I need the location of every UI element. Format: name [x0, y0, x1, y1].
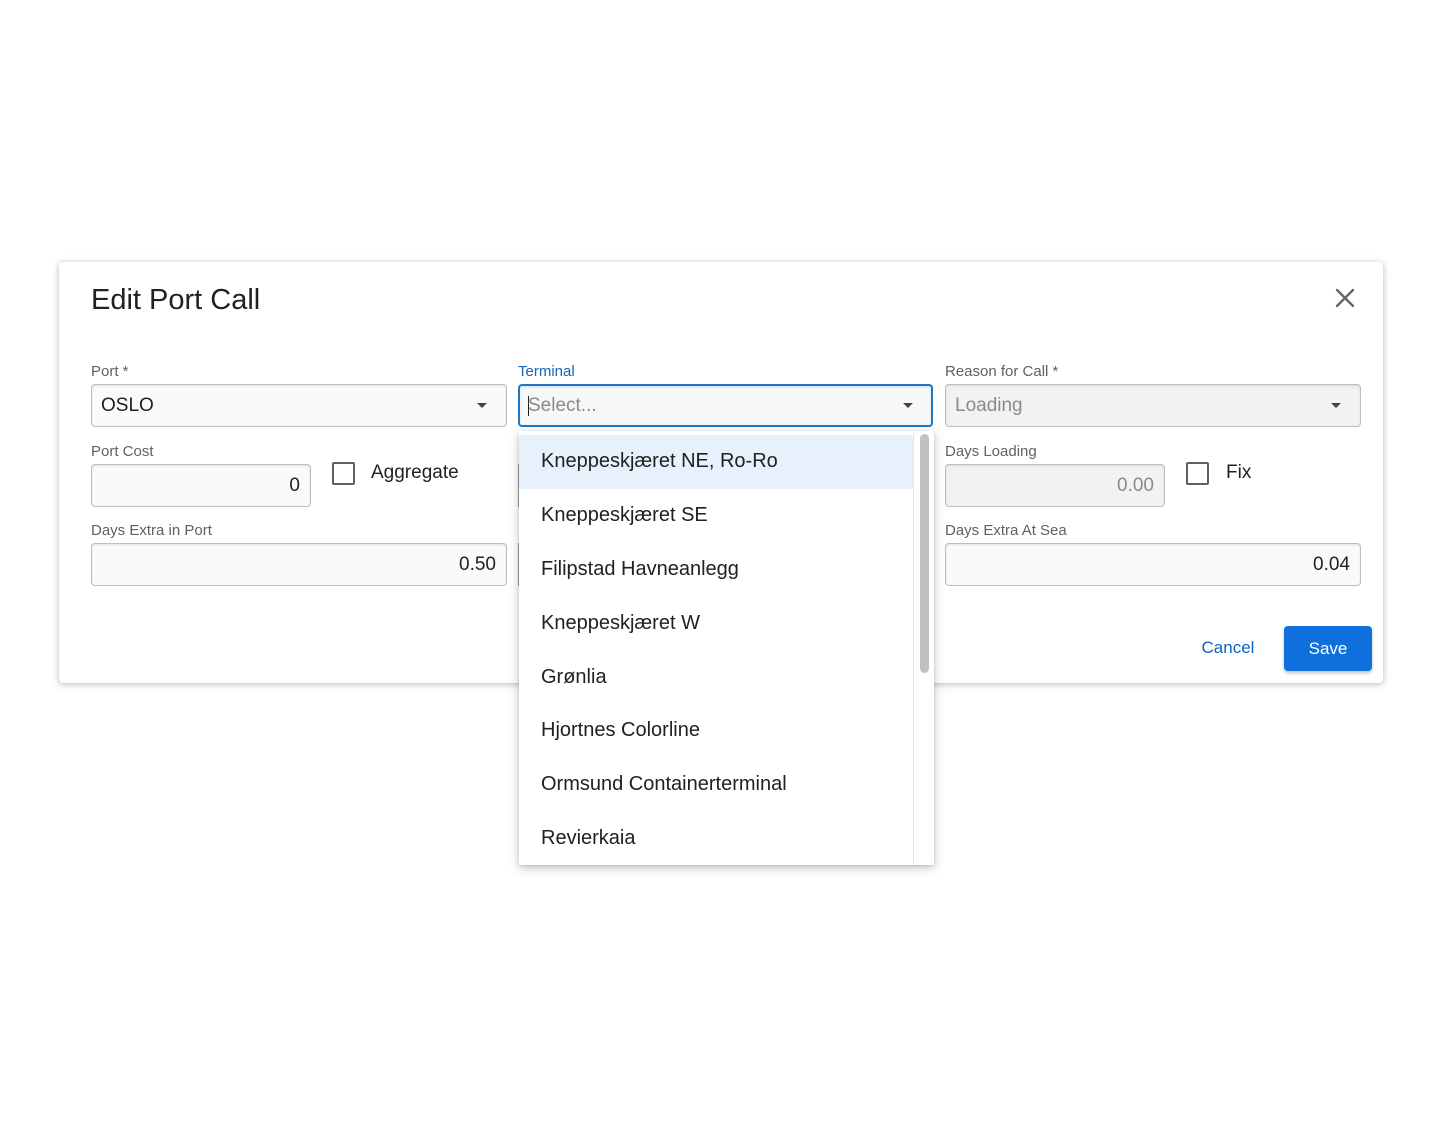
scrollbar-thumb[interactable]	[920, 434, 929, 673]
reason-value: Loading	[955, 394, 1023, 416]
terminal-option[interactable]: Revierkaia	[519, 812, 913, 865]
chevron-down-icon	[1331, 403, 1341, 408]
dropdown-scrollbar[interactable]	[913, 431, 934, 865]
terminal-option[interactable]: Grønlia	[519, 650, 913, 704]
days-extra-port-value: 0.50	[459, 553, 496, 575]
port-label: Port *	[91, 363, 129, 380]
days-extra-sea-input[interactable]: 0.04	[945, 543, 1361, 586]
chevron-down-icon	[903, 403, 913, 408]
fix-label: Fix	[1226, 462, 1252, 483]
dialog-title: Edit Port Call	[91, 284, 261, 316]
chevron-down-icon	[477, 403, 487, 408]
terminal-option[interactable]: Ormsund Containerterminal	[519, 758, 913, 812]
terminal-option[interactable]: Hjortnes Colorline	[519, 704, 913, 758]
terminal-option[interactable]: Kneppeskjæret SE	[519, 489, 913, 543]
aggregate-label: Aggregate	[371, 462, 459, 483]
port-select[interactable]: OSLO	[91, 384, 507, 427]
days-extra-port-label: Days Extra in Port	[91, 522, 212, 539]
port-cost-input[interactable]: 0	[91, 464, 311, 507]
terminal-dropdown-list[interactable]: Kneppeskjæret NE, Ro-Ro Kneppeskjæret SE…	[519, 431, 934, 865]
days-loading-label: Days Loading	[945, 443, 1037, 460]
save-button[interactable]: Save	[1284, 626, 1372, 671]
reason-select[interactable]: Loading	[945, 384, 1361, 427]
port-cost-value: 0	[289, 474, 300, 496]
fix-checkbox[interactable]	[1186, 462, 1209, 485]
terminal-option[interactable]: Filipstad Havneanlegg	[519, 543, 913, 597]
days-extra-port-input[interactable]: 0.50	[91, 543, 507, 586]
port-cost-label: Port Cost	[91, 443, 154, 460]
days-loading-input[interactable]: 0.00	[945, 464, 1165, 507]
cancel-button[interactable]: Cancel	[1185, 626, 1271, 670]
terminal-option[interactable]: Kneppeskjæret W	[519, 596, 913, 650]
days-loading-value: 0.00	[1117, 474, 1154, 496]
days-extra-sea-value: 0.04	[1313, 553, 1350, 575]
terminal-options: Kneppeskjæret NE, Ro-Ro Kneppeskjæret SE…	[519, 435, 913, 865]
aggregate-checkbox[interactable]	[332, 462, 355, 485]
close-icon[interactable]	[1329, 282, 1361, 314]
terminal-option[interactable]: Kneppeskjæret NE, Ro-Ro	[519, 435, 913, 489]
terminal-select[interactable]: Select...	[518, 384, 933, 427]
days-extra-sea-label: Days Extra At Sea	[945, 522, 1067, 539]
terminal-placeholder: Select...	[528, 394, 597, 416]
port-value: OSLO	[101, 394, 154, 416]
terminal-label: Terminal	[518, 363, 575, 380]
reason-label: Reason for Call *	[945, 363, 1059, 380]
